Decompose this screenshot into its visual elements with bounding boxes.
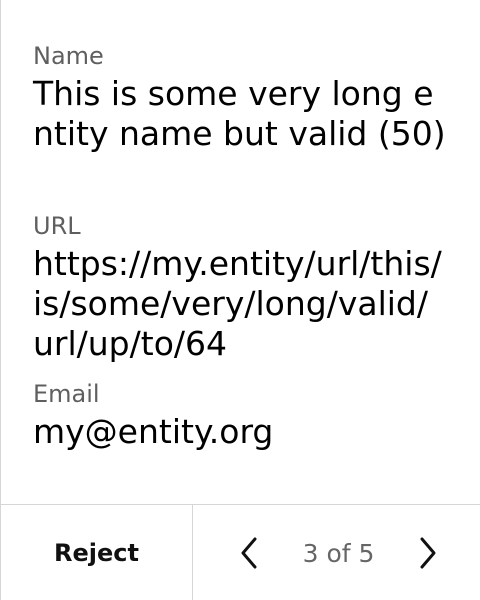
email-label: Email — [33, 380, 100, 408]
previous-button[interactable] — [233, 531, 265, 575]
name-value: This is some very long entity name but v… — [33, 74, 446, 153]
action-footer: Reject 3 of 5 — [1, 504, 480, 600]
review-screen: Name This is some very long entity name … — [0, 0, 480, 600]
chevron-right-icon — [420, 537, 436, 569]
page-indicator: 3 of 5 — [302, 538, 375, 568]
pager: 3 of 5 — [193, 505, 480, 600]
reject-button[interactable]: Reject — [1, 505, 193, 600]
chevron-left-icon — [241, 537, 257, 569]
entity-details: Name This is some very long entity name … — [1, 0, 480, 504]
email-value: my@entity.org — [33, 412, 274, 451]
url-field: URL https://my.entity/url/this/is/some/v… — [33, 210, 448, 366]
url-label: URL — [33, 212, 81, 240]
next-button[interactable] — [412, 531, 444, 575]
name-field: Name This is some very long entity name … — [33, 40, 448, 198]
name-label: Name — [33, 42, 104, 70]
url-value: https://my.entity/url/this/is/some/very/… — [33, 244, 442, 363]
email-field: Email my@entity.org — [33, 378, 448, 452]
